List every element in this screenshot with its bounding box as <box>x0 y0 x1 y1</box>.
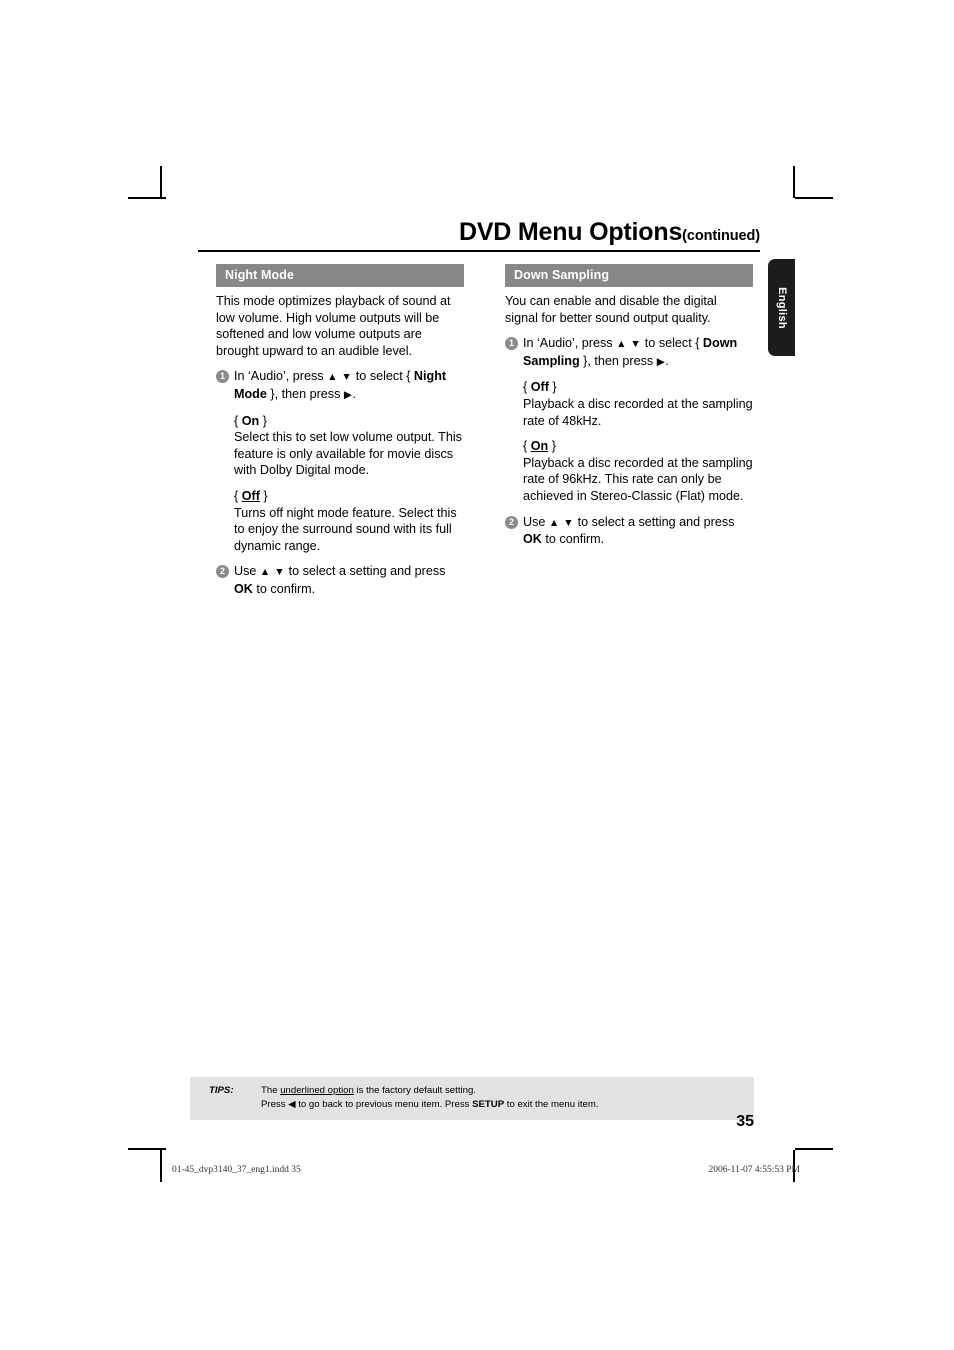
option-name: On <box>530 439 549 454</box>
section-intro-night-mode: This mode optimizes playback of sound at… <box>216 294 451 358</box>
tips-line1-underlined: underlined option <box>280 1085 354 1096</box>
step-text-before: In ‘Audio’, press <box>234 369 328 384</box>
step-number-badge: 1 <box>505 337 518 351</box>
page-title-continued: (continued) <box>682 228 760 244</box>
option-name: Off <box>530 380 549 395</box>
step-number-badge: 1 <box>216 370 229 384</box>
option-name: On <box>241 413 260 428</box>
option-block: { Off } Turns off night mode feature. Se… <box>234 488 464 554</box>
option-description: Turns off night mode feature. Select thi… <box>234 505 457 553</box>
section-down-sampling: Down Sampling You can enable and disable… <box>505 264 753 557</box>
step-text-end: . <box>665 353 669 368</box>
tips-line1-before: The <box>261 1085 281 1096</box>
step-text-before: Use <box>234 564 260 579</box>
language-tab-label: English <box>775 286 788 329</box>
page-title: DVD Menu Options(continued) <box>198 218 760 247</box>
step-text-after: to confirm. <box>541 532 605 547</box>
step-key-name: OK <box>234 581 253 596</box>
step-text: In ‘Audio’, press ▲ ▼ to select { Down S… <box>523 335 753 370</box>
option-brace-close: } <box>548 439 556 454</box>
option-block: { On } Select this to set low volume out… <box>234 413 464 479</box>
tips-line-1: The underlined option is the factory def… <box>261 1084 754 1098</box>
step-text: In ‘Audio’, press ▲ ▼ to select { Night … <box>234 368 464 403</box>
step-item: 1 In ‘Audio’, press ▲ ▼ to select { Down… <box>505 335 753 370</box>
option-label: { On } <box>234 413 464 430</box>
step-number-badge: 2 <box>216 565 229 579</box>
option-block: { Off } Playback a disc recorded at the … <box>523 379 753 429</box>
option-description: Playback a disc recorded at the sampling… <box>523 455 753 503</box>
section-night-mode: Night Mode This mode optimizes playback … <box>216 264 464 607</box>
tips-content: The underlined option is the factory def… <box>261 1084 754 1112</box>
title-divider <box>198 250 760 252</box>
option-brace-open: { <box>523 439 531 454</box>
step-text-after: to confirm. <box>252 581 316 596</box>
left-arrow-icon: ◀ <box>288 1099 296 1110</box>
option-description: Select this to set low volume output. Th… <box>234 430 462 478</box>
crop-mark-top-right-horizontal <box>795 197 833 199</box>
step-text: Use ▲ ▼ to select a setting and press OK… <box>234 563 464 597</box>
updown-arrows-icon: ▲ ▼ <box>616 338 642 351</box>
section-heading-down-sampling: Down Sampling <box>505 264 753 287</box>
step-text: Use ▲ ▼ to select a setting and press OK… <box>523 514 753 548</box>
step-text-mid: to select a setting and press <box>574 514 735 529</box>
right-arrow-icon: ▶ <box>656 355 666 368</box>
option-label: { Off } <box>234 488 464 505</box>
option-brace-close: } <box>259 488 268 503</box>
option-brace-open: { <box>523 380 531 395</box>
option-brace-open: { <box>234 488 242 503</box>
crop-mark-top-right-vertical <box>793 166 795 198</box>
print-slug-filename: 01-45_dvp3140_37_eng1.indd 35 <box>172 1165 301 1175</box>
tips-label: TIPS: <box>209 1085 234 1096</box>
option-label: { Off } <box>523 379 753 396</box>
tips-line2-after: to exit the menu item. <box>504 1099 599 1110</box>
option-brace-open: { <box>234 413 242 428</box>
step-text-after: }, then press <box>579 353 657 368</box>
tips-box: TIPS: The underlined option is the facto… <box>190 1077 754 1120</box>
page-title-text: DVD Menu Options <box>458 218 683 246</box>
step-text-mid: to select a setting and press <box>285 564 446 579</box>
step-text-before: Use <box>523 514 549 529</box>
step-item: 1 In ‘Audio’, press ▲ ▼ to select { Nigh… <box>216 368 464 403</box>
step-key-name: OK <box>523 532 542 547</box>
page-number: 35 <box>736 1113 754 1130</box>
crop-mark-top-left-horizontal <box>128 197 166 199</box>
updown-arrows-icon: ▲ ▼ <box>548 516 575 529</box>
step-text-mid: to select { <box>641 336 703 351</box>
option-name: Off <box>241 488 260 503</box>
tips-line2-mid: to go back to previous menu item. Press <box>295 1099 473 1110</box>
print-slug-timestamp: 2006-11-07 4:55:53 PM <box>708 1165 800 1175</box>
option-brace-close: } <box>259 413 267 428</box>
crop-mark-top-left-vertical <box>160 166 162 198</box>
step-text-end: . <box>352 386 356 401</box>
option-brace-close: } <box>548 380 557 395</box>
option-description: Playback a disc recorded at the sampling… <box>523 396 753 428</box>
tips-setup-key: SETUP <box>472 1099 505 1110</box>
step-text-after: }, then press <box>266 386 344 401</box>
tips-line1-after: is the factory default setting. <box>353 1085 476 1096</box>
section-intro-down-sampling: You can enable and disable the digital s… <box>505 294 717 325</box>
step-text-before: In ‘Audio’, press <box>523 336 617 351</box>
crop-mark-bottom-right-horizontal <box>795 1148 833 1150</box>
step-text-mid: to select { <box>352 369 414 384</box>
option-label: { On } <box>523 438 753 455</box>
step-item: 2 Use ▲ ▼ to select a setting and press … <box>216 563 464 597</box>
tips-row: TIPS: The underlined option is the facto… <box>190 1084 754 1112</box>
tips-line-2: Press ◀ to go back to previous menu item… <box>261 1098 754 1112</box>
crop-mark-bottom-left-vertical <box>160 1150 162 1182</box>
option-block: { On } Playback a disc recorded at the s… <box>523 438 753 504</box>
language-tab: English <box>768 259 795 356</box>
section-heading-night-mode: Night Mode <box>216 264 464 287</box>
step-number-badge: 2 <box>505 515 518 529</box>
updown-arrows-icon: ▲ ▼ <box>259 566 286 579</box>
tips-line2-before: Press <box>261 1099 289 1110</box>
updown-arrows-icon: ▲ ▼ <box>327 371 353 384</box>
step-item: 2 Use ▲ ▼ to select a setting and press … <box>505 514 753 548</box>
